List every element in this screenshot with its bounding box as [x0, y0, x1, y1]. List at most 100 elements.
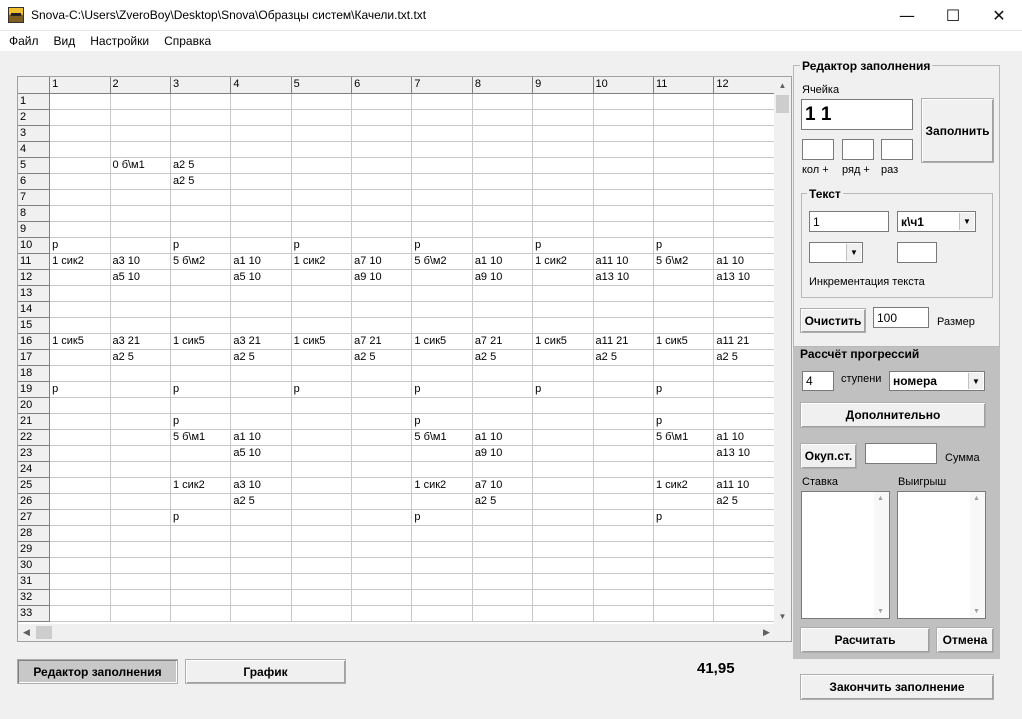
grid-cell[interactable]: р	[411, 237, 473, 254]
grid-cell[interactable]	[170, 349, 232, 366]
vertical-scroll-thumb[interactable]	[776, 95, 789, 113]
grid-cell[interactable]	[472, 317, 534, 334]
grid-cell[interactable]	[291, 557, 353, 574]
grid-cell[interactable]: р	[411, 413, 473, 430]
grid-cell[interactable]	[351, 461, 413, 478]
grid-cell[interactable]	[170, 317, 232, 334]
grid-cell[interactable]	[291, 413, 353, 430]
column-header[interactable]: 10	[593, 77, 654, 94]
grid-cell[interactable]	[230, 237, 292, 254]
grid-cell[interactable]	[593, 317, 654, 334]
bet-scrollbar[interactable]: ▲ ▼	[874, 492, 889, 618]
grid-cell[interactable]	[472, 381, 534, 398]
grid-cell[interactable]: а1 10	[472, 253, 534, 270]
grid-cell[interactable]	[713, 541, 775, 558]
grid-cell[interactable]	[291, 269, 353, 286]
text-input[interactable]: 1	[809, 211, 889, 232]
grid-cell[interactable]	[230, 605, 292, 622]
grid-cell[interactable]	[291, 141, 353, 158]
grid-cell[interactable]: р	[653, 509, 715, 526]
grid-cell[interactable]	[411, 157, 473, 174]
grid-cell[interactable]	[411, 541, 473, 558]
grid-cell[interactable]	[230, 285, 292, 302]
grid-cell[interactable]: а5 10	[230, 445, 292, 462]
grid-cell[interactable]: 1 сик2	[653, 477, 715, 494]
bet-textarea[interactable]: ▲ ▼	[801, 491, 890, 619]
grid-cell[interactable]: 5 б\м2	[411, 253, 473, 270]
row-header[interactable]: 7	[18, 189, 51, 206]
grid-cell[interactable]	[593, 589, 654, 606]
grid-cell[interactable]: р	[291, 381, 353, 398]
grid-cell[interactable]	[49, 205, 111, 222]
grid-cell[interactable]	[653, 205, 715, 222]
grid-cell[interactable]	[472, 237, 534, 254]
grid-cell[interactable]	[713, 605, 775, 622]
increment-select[interactable]: ▼	[809, 242, 863, 263]
maximize-button[interactable]: ☐	[930, 0, 976, 31]
row-header[interactable]: 10	[18, 237, 51, 254]
row-header[interactable]: 20	[18, 397, 51, 414]
grid-cell[interactable]	[110, 141, 171, 158]
grid-cell[interactable]	[411, 109, 473, 126]
grid-cell[interactable]	[532, 541, 594, 558]
grid-cell[interactable]	[170, 493, 232, 510]
grid-cell[interactable]: 5 б\м1	[653, 429, 715, 446]
grid-cell[interactable]: р	[532, 381, 594, 398]
grid-cell[interactable]	[472, 109, 534, 126]
grid-cell[interactable]	[230, 573, 292, 590]
grid-cell[interactable]	[713, 573, 775, 590]
column-header[interactable]: 12	[713, 77, 775, 94]
grid-cell[interactable]: а7 10	[472, 477, 534, 494]
column-header[interactable]: 6	[351, 77, 413, 94]
grid-cell[interactable]	[532, 557, 594, 574]
grid-cell[interactable]	[713, 381, 775, 398]
grid-cell[interactable]	[411, 125, 473, 142]
grid-cell[interactable]	[230, 189, 292, 206]
grid-cell[interactable]	[230, 461, 292, 478]
menu-help[interactable]: Справка	[156, 34, 218, 48]
grid-cell[interactable]	[653, 349, 715, 366]
grid-cell[interactable]	[110, 477, 171, 494]
grid-cell[interactable]	[653, 525, 715, 542]
grid-cell[interactable]	[170, 93, 232, 110]
grid-cell[interactable]	[110, 397, 171, 414]
grid-cell[interactable]	[110, 445, 171, 462]
chevron-down-icon[interactable]: ▼	[959, 213, 974, 230]
grid-cell[interactable]: а1 10	[230, 429, 292, 446]
grid-cell[interactable]	[411, 349, 473, 366]
grid-cell[interactable]: а11 10	[713, 477, 775, 494]
grid-cell[interactable]	[230, 397, 292, 414]
grid-cell[interactable]	[291, 189, 353, 206]
grid-cell[interactable]	[653, 541, 715, 558]
grid-cell[interactable]	[170, 573, 232, 590]
grid-cell[interactable]	[472, 141, 534, 158]
grid-cell[interactable]	[230, 557, 292, 574]
grid-cell[interactable]: а7 21	[351, 333, 413, 350]
grid-cell[interactable]	[351, 317, 413, 334]
grid-cell[interactable]	[110, 461, 171, 478]
column-header[interactable]: 11	[653, 77, 715, 94]
row-header[interactable]: 6	[18, 173, 51, 190]
grid-cell[interactable]	[110, 541, 171, 558]
grid-cell[interactable]	[653, 461, 715, 478]
grid-cell[interactable]	[713, 285, 775, 302]
grid-cell[interactable]	[653, 173, 715, 190]
grid-cell[interactable]	[49, 189, 111, 206]
grid-cell[interactable]	[170, 285, 232, 302]
grid-cell[interactable]	[230, 509, 292, 526]
grid-cell[interactable]	[593, 557, 654, 574]
row-header[interactable]: 27	[18, 509, 51, 526]
grid-cell[interactable]: р	[170, 237, 232, 254]
grid-cell[interactable]	[291, 221, 353, 238]
grid-cell[interactable]: а3 21	[230, 333, 292, 350]
grid-cell[interactable]: а2 5	[593, 349, 654, 366]
grid-cell[interactable]	[653, 285, 715, 302]
grid-cell[interactable]	[291, 573, 353, 590]
vertical-scrollbar[interactable]: ▲ ▼	[774, 77, 791, 625]
grid-cell[interactable]	[170, 301, 232, 318]
grid-cell[interactable]	[532, 173, 594, 190]
grid-cell[interactable]: 1 сик2	[532, 253, 594, 270]
grid-cell[interactable]	[230, 413, 292, 430]
grid-cell[interactable]	[472, 605, 534, 622]
grid-cell[interactable]	[593, 461, 654, 478]
